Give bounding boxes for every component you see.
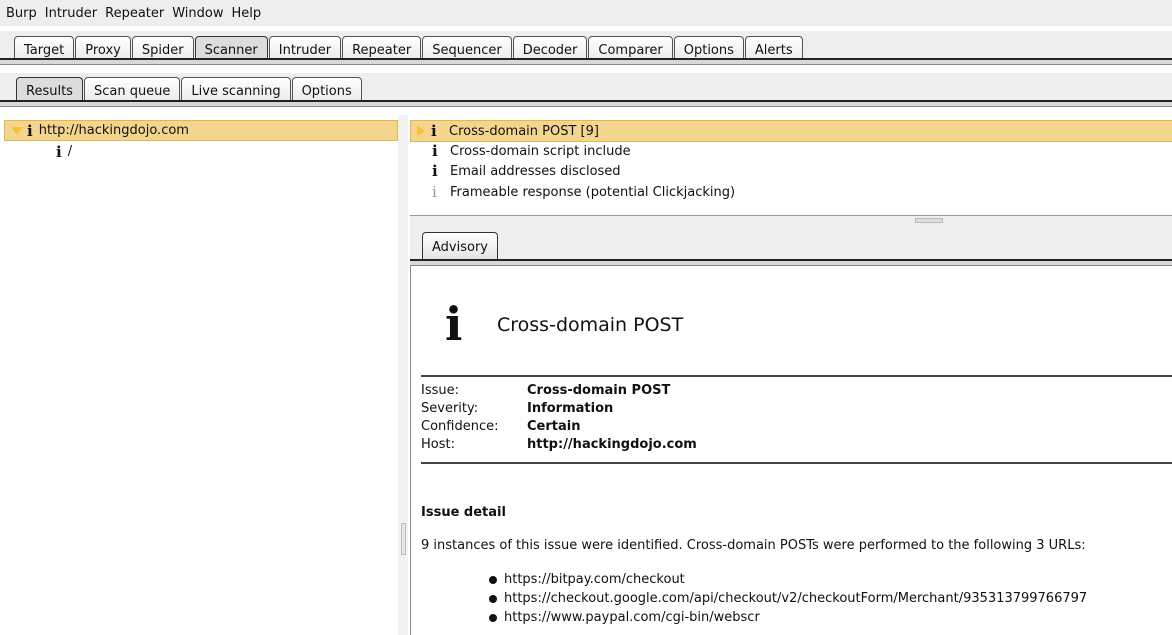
menu-burp[interactable]: Burp (0, 6, 41, 21)
url-text: https://bitpay.com/checkout (504, 572, 685, 587)
tree-node-root-path[interactable]: i / (56, 142, 72, 161)
info-icon: i (431, 122, 437, 140)
divider (421, 462, 1172, 464)
splitter-grip[interactable] (915, 218, 943, 223)
menu-help[interactable]: Help (228, 6, 266, 21)
field-label: Confidence: (421, 419, 499, 434)
issue-detail-text: 9 instances of this issue were identifie… (421, 538, 1086, 553)
tree-node-host-label: http://hackingdojo.com (38, 123, 189, 138)
issue-label: Email addresses disclosed (450, 163, 621, 179)
url-list-item: https://www.paypal.com/cgi-bin/webscr (489, 610, 760, 625)
advisory-title: Cross-domain POST (497, 314, 684, 336)
field-value: Cross-domain POST (527, 383, 671, 398)
issue-row[interactable]: i Email addresses disclosed (410, 161, 1172, 181)
field-value: Information (527, 401, 614, 416)
tree-node-host[interactable]: i http://hackingdojo.com (4, 120, 398, 141)
info-icon: i (27, 121, 33, 140)
advisory-tab-bar: Advisory (410, 224, 1172, 266)
menu-window[interactable]: Window (168, 6, 227, 21)
tree-node-path-label: / (67, 144, 73, 159)
divider (421, 375, 1172, 377)
tab-advisory[interactable]: Advisory (422, 232, 498, 261)
advisory-tab-divider (410, 259, 1172, 266)
url-list-item: https://bitpay.com/checkout (489, 572, 685, 587)
horizontal-splitter[interactable] (410, 216, 1172, 224)
bullet-icon (489, 613, 497, 622)
issue-label: Cross-domain POST [9] (449, 123, 599, 139)
field-value: http://hackingdojo.com (527, 437, 697, 452)
advisory-panel: i Cross-domain POST Issue: Cross-domain P… (410, 266, 1172, 635)
field-severity: Severity: Information (421, 401, 613, 419)
main-tab-bar: Target Proxy Spider Scanner Intruder Rep… (0, 31, 1172, 65)
issue-label: Frameable response (potential Clickjacki… (450, 184, 736, 200)
issue-row[interactable]: i Cross-domain POST [9] (410, 120, 1172, 142)
menu-bar: Burp Intruder Repeater Window Help (0, 0, 1172, 26)
url-text: https://checkout.google.com/api/checkout… (504, 591, 1088, 606)
field-value: Certain (527, 419, 581, 434)
field-issue: Issue: Cross-domain POST (421, 383, 670, 401)
bullet-icon (489, 594, 497, 603)
expand-arrow-icon[interactable] (11, 126, 23, 135)
bullet-icon (489, 575, 497, 584)
issue-label: Cross-domain script include (450, 143, 631, 159)
info-icon: i (432, 183, 437, 201)
issue-detail-heading: Issue detail (421, 505, 506, 520)
tab-bar-divider (0, 58, 1172, 65)
url-list-item: https://checkout.google.com/api/checkout… (489, 591, 1087, 606)
info-icon: i (432, 142, 438, 160)
url-text: https://www.paypal.com/cgi-bin/webscr (504, 610, 760, 625)
sub-tab-bar-divider (0, 100, 1172, 107)
issue-row[interactable]: i Cross-domain script include (410, 141, 1172, 161)
site-tree-panel: i http://hackingdojo.com i / (0, 115, 399, 635)
info-large-icon: i (445, 297, 463, 351)
issue-list: i Cross-domain POST [9] i Cross-domain s… (410, 115, 1172, 216)
splitter-grip[interactable] (401, 523, 406, 555)
field-label: Issue: (421, 383, 459, 398)
vertical-splitter[interactable] (398, 115, 408, 635)
info-icon: i (56, 142, 62, 161)
menu-intruder[interactable]: Intruder (41, 6, 101, 21)
expand-arrow-icon[interactable] (417, 125, 425, 137)
menu-repeater[interactable]: Repeater (101, 6, 168, 21)
field-confidence: Confidence: Certain (421, 419, 580, 437)
scanner-sub-tab-bar: Results Scan queue Live scanning Options (0, 73, 1172, 107)
info-icon: i (432, 162, 438, 180)
field-label: Host: (421, 437, 455, 452)
issue-row[interactable]: i Frameable response (potential Clickjac… (410, 182, 1172, 202)
field-label: Severity: (421, 401, 479, 416)
field-host: Host: http://hackingdojo.com (421, 437, 697, 455)
